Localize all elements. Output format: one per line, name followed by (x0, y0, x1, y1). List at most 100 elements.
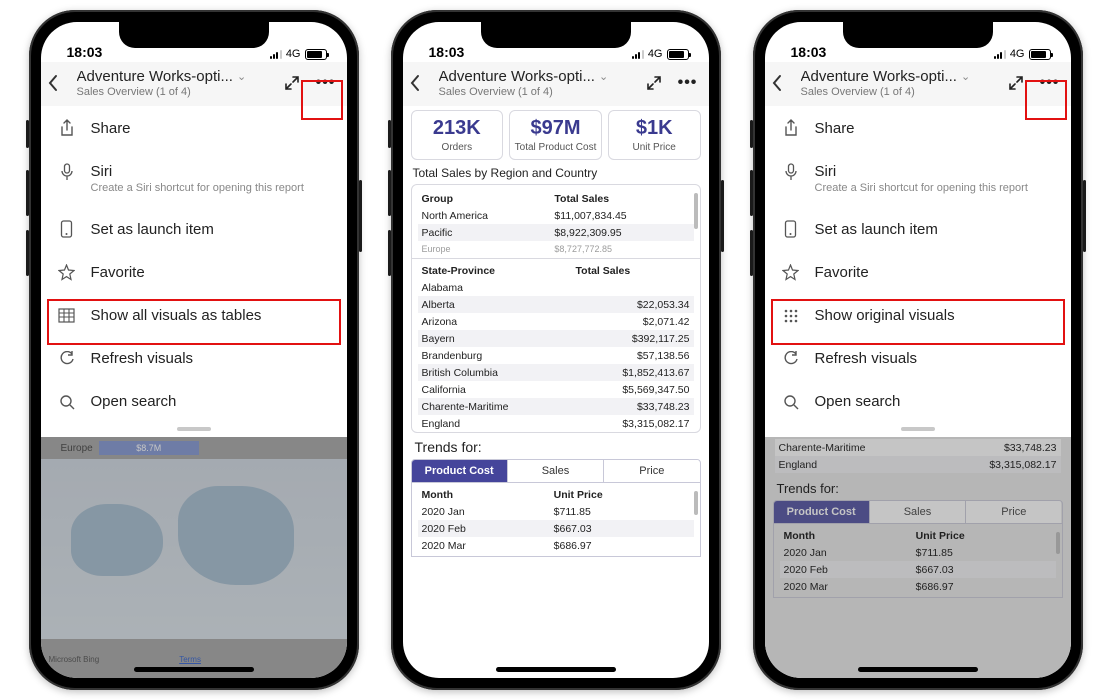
menu-label: Refresh visuals (91, 350, 194, 367)
menu-show-original[interactable]: Show original visuals (765, 294, 1071, 337)
table-row[interactable]: Bayern$392,117.25 (418, 330, 694, 347)
kpi-card[interactable]: $1K Unit Price (608, 110, 701, 160)
table-row[interactable]: British Columbia$1,852,413.67 (418, 364, 694, 381)
table-row[interactable]: Brandenburg$57,138.56 (418, 347, 694, 364)
menu-label: Refresh visuals (815, 350, 918, 367)
table-row[interactable]: California$5,569,347.50 (418, 381, 694, 398)
menu-label: Set as launch item (91, 221, 214, 238)
menu-label: Set as launch item (815, 221, 938, 238)
col-header: Group (418, 191, 551, 207)
menu-label: Show original visuals (815, 307, 955, 324)
menu-search[interactable]: Open search (765, 380, 1071, 423)
menu-label: Share (815, 120, 855, 137)
table-row[interactable]: 2020 Jan$711.85 (418, 503, 694, 520)
table-row[interactable]: Alabama (418, 279, 694, 296)
expand-button[interactable] (277, 68, 307, 98)
header-subtitle: Sales Overview (1 of 4) (801, 86, 997, 98)
trends-table-card[interactable]: MonthUnit Price 2020 Jan$711.85 2020 Feb… (411, 483, 701, 557)
tab-price[interactable]: Price (604, 460, 699, 482)
menu-search[interactable]: Open search (41, 380, 347, 423)
back-button[interactable] (771, 74, 797, 92)
more-button[interactable]: ••• (1035, 68, 1065, 98)
menu-label: Open search (91, 393, 177, 410)
col-header: Total Sales (550, 191, 693, 207)
menu-label: Favorite (91, 264, 145, 281)
menu-share[interactable]: Share (41, 106, 347, 150)
menu-siri[interactable]: Siri Create a Siri shortcut for opening … (765, 150, 1071, 207)
header-subtitle: Sales Overview (1 of 4) (77, 86, 273, 98)
expand-button[interactable] (639, 68, 669, 98)
search-icon (57, 394, 77, 410)
network-label: 4G (648, 48, 663, 60)
menu-label: Show all visuals as tables (91, 307, 262, 324)
header-subtitle: Sales Overview (1 of 4) (439, 86, 635, 98)
trends-title: Trends for: (415, 439, 701, 455)
back-button[interactable] (409, 74, 435, 92)
chevron-down-icon: ⌄ (961, 70, 970, 83)
table-row[interactable]: England$3,315,082.17 (418, 415, 694, 432)
grid-icon (781, 308, 801, 324)
phone-right: 18:03 4G Adventure Works-opti... ⌄ Sales… (753, 10, 1083, 690)
status-time: 18:03 (791, 44, 827, 60)
table-row[interactable]: 2020 Feb$667.03 (418, 520, 694, 537)
refresh-icon (781, 351, 801, 367)
menu-share[interactable]: Share (765, 106, 1071, 150)
table-row[interactable]: Europe$8,727,772.85 (418, 241, 694, 256)
app-header: Adventure Works-opti... ⌄ Sales Overview… (403, 62, 709, 106)
back-button[interactable] (47, 74, 73, 92)
kpi-card[interactable]: 213K Orders (411, 110, 504, 160)
report-content: 213K Orders $97M Total Product Cost $1K … (403, 106, 709, 678)
battery-icon (1029, 49, 1051, 60)
kpi-value: $1K (611, 117, 698, 140)
menu-siri[interactable]: Siri Create a Siri shortcut for opening … (41, 150, 347, 207)
menu-favorite[interactable]: Favorite (41, 251, 347, 294)
star-icon (57, 264, 77, 281)
refresh-icon (57, 351, 77, 367)
phone-left: 18:03 4G Adventure Works-opti... ⌄ Sales… (29, 10, 359, 690)
table-row[interactable]: Charente-Maritime$33,748.23 (418, 398, 694, 415)
header-title[interactable]: Adventure Works-opti... (77, 68, 233, 85)
battery-icon (667, 49, 689, 60)
region-table-card[interactable]: GroupTotal Sales North America$11,007,83… (411, 184, 701, 433)
menu-label: Siri (815, 163, 1028, 180)
kpi-card[interactable]: $97M Total Product Cost (509, 110, 602, 160)
menu-show-tables[interactable]: Show all visuals as tables (41, 294, 347, 337)
table-row[interactable]: Pacific$8,922,309.95 (418, 224, 694, 241)
expand-button[interactable] (1001, 68, 1031, 98)
phone-middle: 18:03 4G Adventure Works-opti... ⌄ Sales… (391, 10, 721, 690)
menu-sublabel: Create a Siri shortcut for opening this … (815, 182, 1028, 194)
menu-favorite[interactable]: Favorite (765, 251, 1071, 294)
tab-sales[interactable]: Sales (508, 460, 604, 482)
trends-tabs: Product Cost Sales Price (411, 459, 701, 483)
scroll-indicator[interactable] (694, 193, 698, 229)
table-row[interactable]: North America$11,007,834.45 (418, 207, 694, 224)
kpi-label: Unit Price (611, 142, 698, 153)
menu-refresh[interactable]: Refresh visuals (41, 337, 347, 380)
kpi-value: $97M (512, 117, 599, 140)
app-header: Adventure Works-opti... ⌄ Sales Overview… (765, 62, 1071, 106)
chevron-down-icon: ⌄ (599, 70, 608, 83)
menu-label: Open search (815, 393, 901, 410)
table-row[interactable]: Alberta$22,053.34 (418, 296, 694, 313)
col-header: Total Sales (572, 263, 694, 279)
menu-launch[interactable]: Set as launch item (765, 207, 1071, 251)
menu-refresh[interactable]: Refresh visuals (765, 337, 1071, 380)
more-button[interactable]: ••• (673, 68, 703, 98)
menu-launch[interactable]: Set as launch item (41, 207, 347, 251)
tab-product-cost[interactable]: Product Cost (412, 460, 508, 482)
header-title[interactable]: Adventure Works-opti... (439, 68, 595, 85)
region-table: GroupTotal Sales North America$11,007,83… (418, 191, 694, 256)
overflow-menu: Share Siri Create a Siri shortcut for op… (765, 106, 1071, 437)
table-row[interactable]: 2020 Mar$686.97 (418, 537, 694, 554)
search-icon (781, 394, 801, 410)
kpi-row: 213K Orders $97M Total Product Cost $1K … (411, 110, 701, 160)
microphone-icon (57, 163, 77, 181)
menu-label: Share (91, 120, 131, 137)
header-title[interactable]: Adventure Works-opti... (801, 68, 957, 85)
more-button[interactable]: ••• (311, 68, 341, 98)
network-label: 4G (286, 48, 301, 60)
scroll-indicator[interactable] (694, 491, 698, 515)
col-header: Month (418, 487, 550, 503)
table-row[interactable]: Arizona$2,071.42 (418, 313, 694, 330)
network-label: 4G (1010, 48, 1025, 60)
